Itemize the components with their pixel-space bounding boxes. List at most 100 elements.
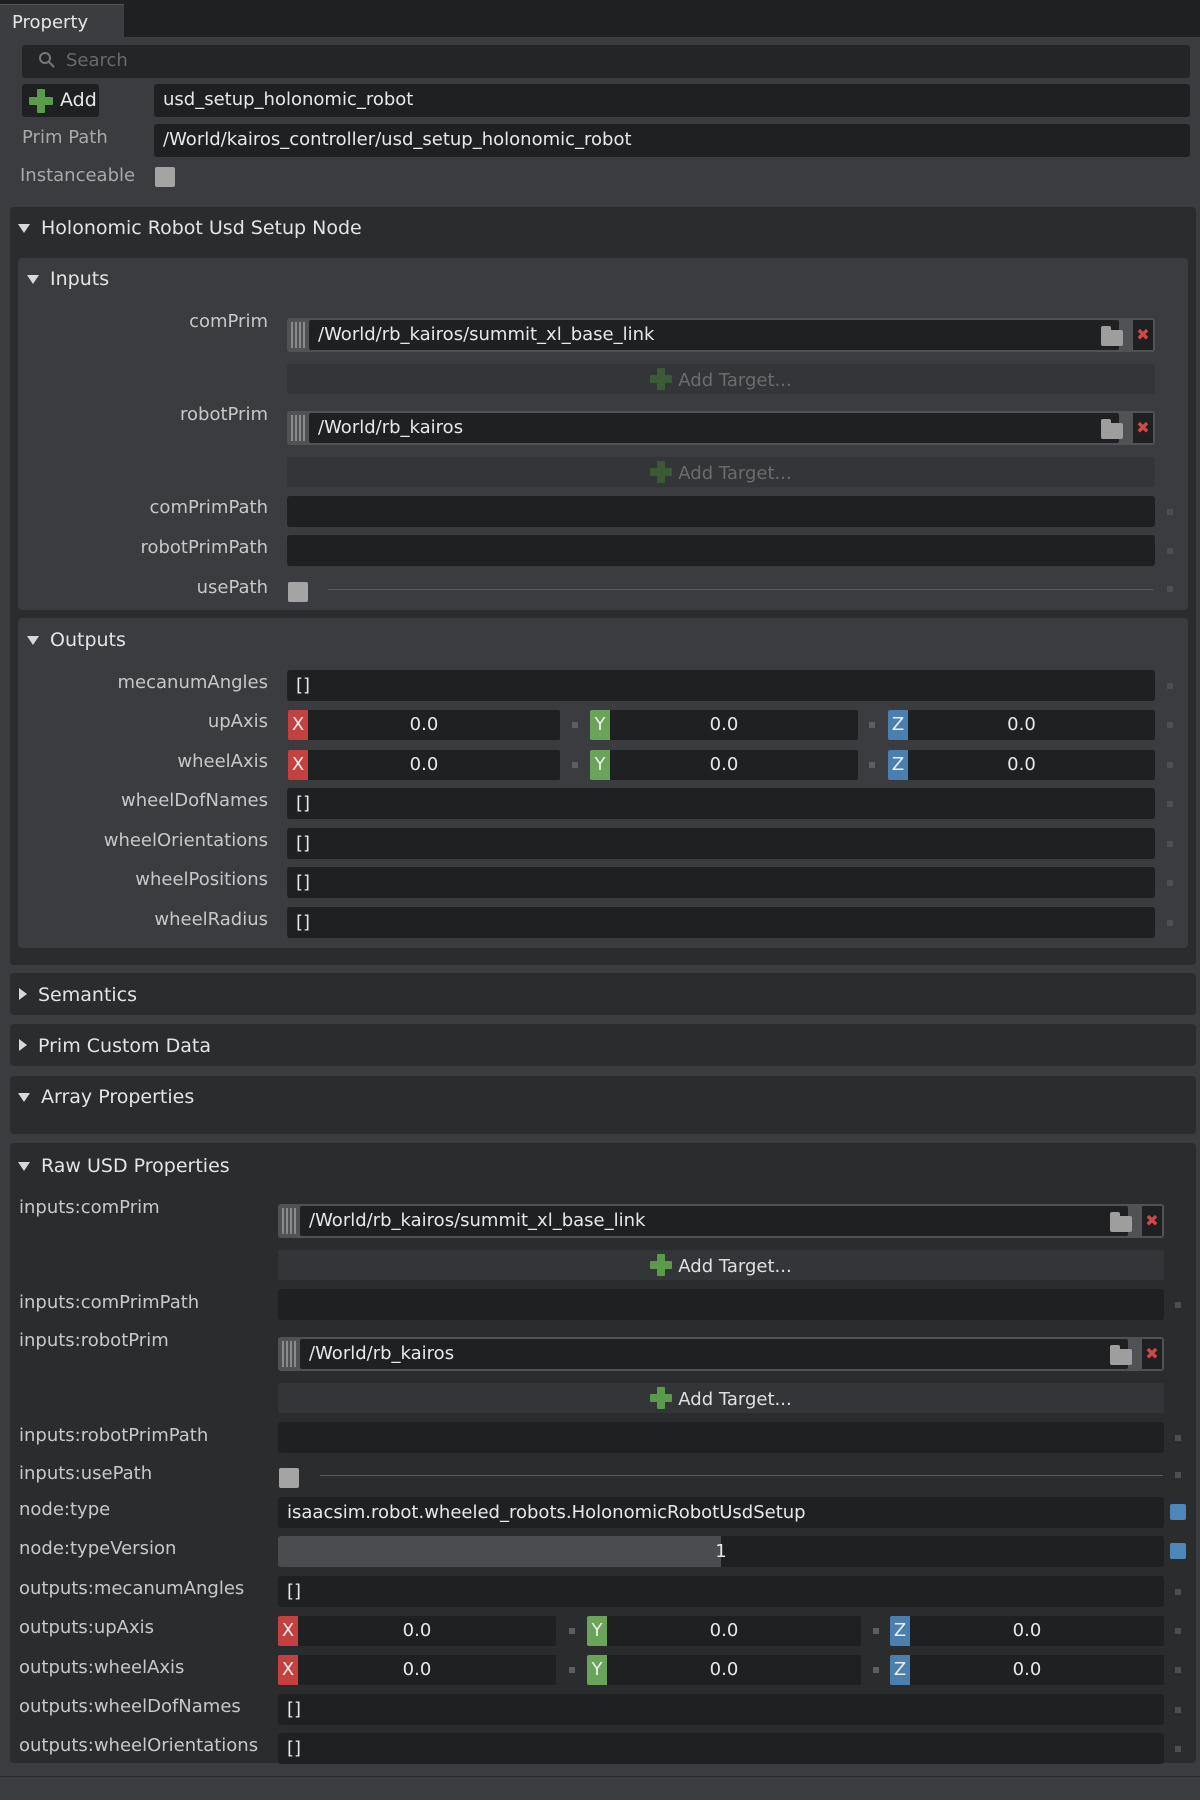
collapse-arrow-icon[interactable] xyxy=(18,1093,30,1102)
raw-nodetype-field[interactable]: isaacsim.robot.wheeled_robots.HolonomicR… xyxy=(278,1497,1164,1528)
raw-comprim-target-path[interactable]: /World/rb_kairos/summit_xl_base_link xyxy=(300,1206,1128,1236)
tab-property[interactable]: Property xyxy=(0,4,124,38)
divider xyxy=(328,589,1153,590)
default-indicator[interactable] xyxy=(1167,722,1173,728)
vector-separator xyxy=(572,722,578,728)
wheelradius-field[interactable]: [] xyxy=(287,907,1155,938)
wheelaxis-z-field[interactable]: Z 0.0 xyxy=(888,750,1155,780)
usepath-checkbox[interactable] xyxy=(288,582,308,602)
drag-handle-icon[interactable] xyxy=(282,1208,296,1234)
raw-usd-title[interactable]: Raw USD Properties xyxy=(41,1155,230,1177)
axis-y-tag: Y xyxy=(590,750,610,780)
folder-icon[interactable] xyxy=(1101,419,1123,439)
raw-wheelorientations-field[interactable]: [] xyxy=(278,1733,1164,1764)
plus-icon xyxy=(650,1254,673,1276)
folder-icon[interactable] xyxy=(1110,1345,1132,1365)
drag-handle-icon[interactable] xyxy=(291,322,305,348)
collapse-arrow-icon[interactable] xyxy=(27,636,39,645)
drag-handle-icon[interactable] xyxy=(282,1341,296,1367)
raw-wheelorientations-label: outputs:wheelOrientations xyxy=(19,1735,259,1756)
remove-target-icon[interactable]: ✖ xyxy=(1142,1206,1162,1236)
remove-target-icon[interactable]: ✖ xyxy=(1133,320,1153,350)
instanceable-checkbox[interactable] xyxy=(155,167,175,187)
folder-icon[interactable] xyxy=(1101,326,1123,346)
remove-target-icon[interactable]: ✖ xyxy=(1142,1339,1162,1369)
add-button-label: Add xyxy=(60,89,97,111)
add-button[interactable]: Add xyxy=(22,84,99,117)
expand-arrow-icon[interactable] xyxy=(19,988,27,1000)
robotprim-add-target-button[interactable]: Add Target... xyxy=(287,457,1155,487)
raw-wheeldofnames-field[interactable]: [] xyxy=(278,1694,1164,1725)
node-section-title[interactable]: Holonomic Robot Usd Setup Node xyxy=(41,217,362,239)
semantics-section[interactable] xyxy=(10,973,1196,1015)
default-indicator[interactable] xyxy=(1175,1435,1181,1441)
override-indicator[interactable] xyxy=(1170,1543,1186,1559)
drag-handle-icon[interactable] xyxy=(291,415,305,441)
default-indicator[interactable] xyxy=(1175,1707,1181,1713)
raw-upaxis-z-field[interactable]: Z 0.0 xyxy=(890,1616,1164,1646)
outputs-title[interactable]: Outputs xyxy=(50,629,126,651)
wheelaxis-y-field[interactable]: Y 0.0 xyxy=(590,750,858,780)
vector-separator xyxy=(569,1628,575,1634)
default-indicator[interactable] xyxy=(1167,841,1173,847)
default-indicator[interactable] xyxy=(1175,1746,1181,1752)
plus-icon xyxy=(650,368,673,390)
override-indicator[interactable] xyxy=(1170,1504,1186,1520)
default-indicator[interactable] xyxy=(1167,548,1173,554)
collapse-arrow-icon[interactable] xyxy=(18,1162,30,1171)
robotprimpath-field[interactable] xyxy=(287,535,1155,566)
semantics-title[interactable]: Semantics xyxy=(38,984,137,1006)
default-indicator[interactable] xyxy=(1167,586,1173,592)
raw-mecanumangles-field[interactable]: [] xyxy=(278,1576,1164,1607)
array-properties-title[interactable]: Array Properties xyxy=(41,1086,194,1108)
collapse-arrow-icon[interactable] xyxy=(27,275,39,284)
inputs-title[interactable]: Inputs xyxy=(50,268,109,290)
raw-wheelaxis-y-field[interactable]: Y 0.0 xyxy=(587,1655,861,1685)
raw-comprim-add-target-button[interactable]: Add Target... xyxy=(278,1250,1164,1280)
wheeldofnames-field[interactable]: [] xyxy=(287,788,1155,819)
upaxis-z-field[interactable]: Z 0.0 xyxy=(888,710,1155,740)
expand-arrow-icon[interactable] xyxy=(19,1039,27,1051)
raw-nodetypeversion-slider[interactable]: 1 xyxy=(278,1536,1164,1567)
raw-usepath-label: inputs:usePath xyxy=(19,1463,153,1484)
mecanumangles-field[interactable]: [] xyxy=(287,670,1155,701)
default-indicator[interactable] xyxy=(1167,509,1173,515)
prim-path-field[interactable]: /World/kairos_controller/usd_setup_holon… xyxy=(154,124,1190,157)
axis-x-tag: X xyxy=(288,750,308,780)
comprim-target-path[interactable]: /World/rb_kairos/summit_xl_base_link xyxy=(309,320,1119,350)
comprimpath-field[interactable] xyxy=(287,496,1155,527)
raw-robotprim-add-target-button[interactable]: Add Target... xyxy=(278,1383,1164,1413)
default-indicator[interactable] xyxy=(1175,1472,1181,1478)
default-indicator[interactable] xyxy=(1167,762,1173,768)
default-indicator[interactable] xyxy=(1167,683,1173,689)
raw-wheelaxis-z-field[interactable]: Z 0.0 xyxy=(890,1655,1164,1685)
wheelorientations-field[interactable]: [] xyxy=(287,828,1155,859)
raw-usepath-checkbox[interactable] xyxy=(279,1468,299,1488)
default-indicator[interactable] xyxy=(1175,1667,1181,1673)
raw-comprimpath-field[interactable] xyxy=(278,1289,1164,1320)
raw-robotprim-target-path[interactable]: /World/rb_kairos xyxy=(300,1339,1128,1369)
robotprim-target-path[interactable]: /World/rb_kairos xyxy=(309,413,1119,443)
prim-custom-data-title[interactable]: Prim Custom Data xyxy=(38,1035,211,1057)
default-indicator[interactable] xyxy=(1167,880,1173,886)
default-indicator[interactable] xyxy=(1175,1628,1181,1634)
raw-upaxis-y-field[interactable]: Y 0.0 xyxy=(587,1616,861,1646)
raw-robotprimpath-field[interactable] xyxy=(278,1422,1164,1453)
default-indicator[interactable] xyxy=(1167,801,1173,807)
raw-upaxis-x-field[interactable]: X 0.0 xyxy=(278,1616,556,1646)
upaxis-y-field[interactable]: Y 0.0 xyxy=(590,710,858,740)
folder-icon[interactable] xyxy=(1110,1212,1132,1232)
search-input[interactable] xyxy=(22,45,1190,78)
comprim-add-target-button[interactable]: Add Target... xyxy=(287,364,1155,394)
raw-wheelaxis-x-field[interactable]: X 0.0 xyxy=(278,1655,556,1685)
default-indicator[interactable] xyxy=(1175,1302,1181,1308)
wheelaxis-x-field[interactable]: X 0.0 xyxy=(288,750,560,780)
remove-target-icon[interactable]: ✖ xyxy=(1133,413,1153,443)
wheelpositions-field[interactable]: [] xyxy=(287,867,1155,898)
default-indicator[interactable] xyxy=(1167,920,1173,926)
prim-name-field[interactable]: usd_setup_holonomic_robot xyxy=(154,84,1190,117)
collapse-arrow-icon[interactable] xyxy=(18,224,30,233)
default-indicator[interactable] xyxy=(1175,1589,1181,1595)
raw-robotprim-relationship: /World/rb_kairos ✖ xyxy=(278,1337,1164,1371)
upaxis-x-field[interactable]: X 0.0 xyxy=(288,710,560,740)
